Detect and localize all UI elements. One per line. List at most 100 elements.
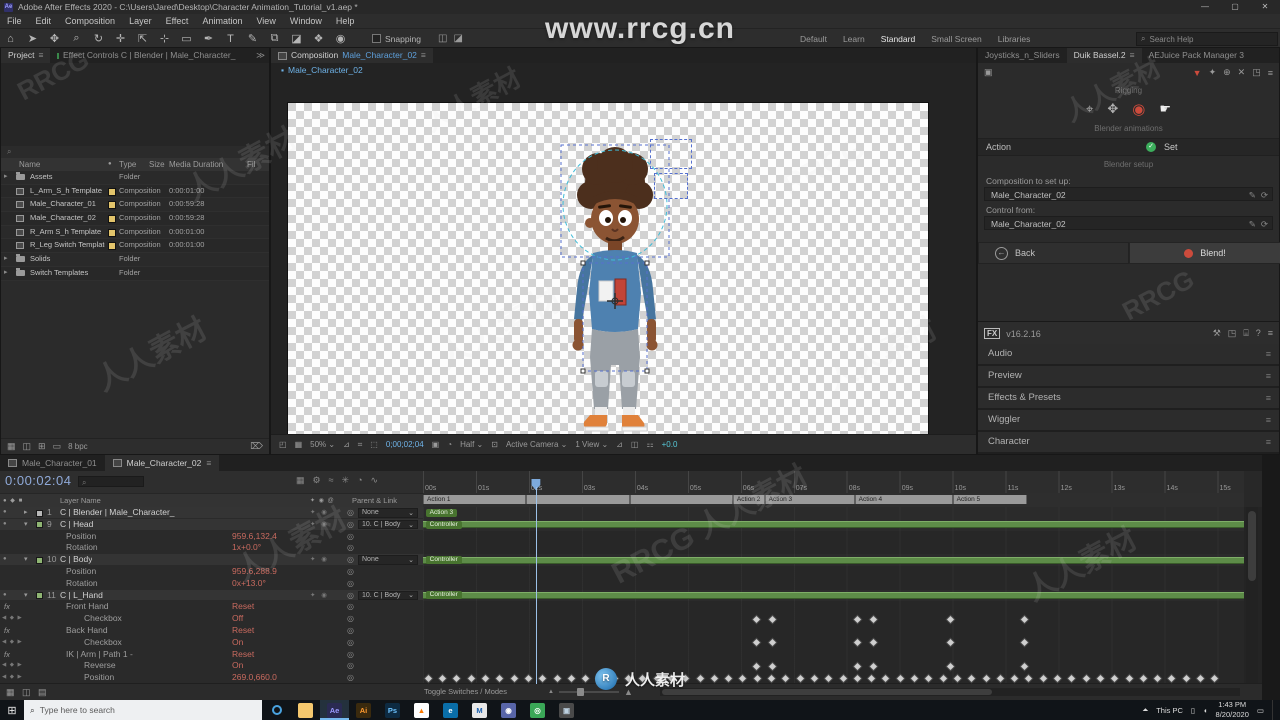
home-tool-icon[interactable]: ⌂ bbox=[4, 33, 17, 45]
timeline-tab-male-character-02[interactable]: Male_Character_02 ≡ bbox=[104, 455, 220, 471]
volume-icon[interactable]: ◖ bbox=[1203, 706, 1208, 715]
puppet-pin-tool-icon[interactable]: ◉ bbox=[334, 32, 347, 45]
keyframe-icon[interactable] bbox=[582, 674, 590, 682]
keyframe-icon[interactable] bbox=[925, 674, 933, 682]
taskbar-vlc[interactable]: ▲ bbox=[407, 700, 436, 720]
taskbar-photoshop[interactable]: Ps bbox=[378, 700, 407, 720]
label-color[interactable] bbox=[108, 187, 116, 196]
keyframe-icon[interactable] bbox=[853, 615, 861, 623]
parent-dropdown[interactable]: 10. C | Body ⌄ bbox=[358, 590, 418, 601]
roi-icon[interactable]: ⊡ bbox=[491, 440, 498, 449]
label-color[interactable] bbox=[36, 592, 43, 600]
project-settings-icon[interactable]: ▭ bbox=[53, 441, 62, 452]
property-value[interactable]: 959.6,288.9 bbox=[232, 566, 277, 578]
project-item-switch-templates[interactable]: ▸ Switch Templates Folder bbox=[1, 266, 269, 281]
layer-info[interactable]: fx Back Hand Reset ◎ bbox=[0, 624, 423, 637]
keyframe-icon[interactable] bbox=[882, 674, 890, 682]
keyframe-icon[interactable] bbox=[869, 615, 877, 623]
keyframe-nav[interactable]: ◀ ◆ ▶ bbox=[2, 637, 23, 649]
taskbar-illustrator[interactable]: Ai bbox=[349, 700, 378, 720]
keyframe-icon[interactable] bbox=[1020, 662, 1028, 670]
menu-view[interactable]: View bbox=[249, 14, 282, 28]
pin-icon[interactable]: ⊕ bbox=[1223, 67, 1231, 78]
property-value[interactable]: Reset bbox=[232, 625, 254, 637]
refresh-icon[interactable]: ⟳ bbox=[1261, 188, 1268, 202]
menu-effect[interactable]: Effect bbox=[159, 14, 196, 28]
visibility-toggle[interactable]: ● bbox=[3, 554, 7, 566]
snap-guides-icon[interactable]: ◪ bbox=[453, 33, 462, 44]
tab-aejuice-pack-manager-3[interactable]: AEJuice Pack Manager 3 bbox=[1142, 48, 1251, 63]
comp-marker[interactable]: Action 3 bbox=[764, 495, 855, 504]
menu-animation[interactable]: Animation bbox=[195, 14, 249, 28]
star-icon[interactable]: ✦ bbox=[1209, 67, 1217, 78]
keyframe-icon[interactable] bbox=[868, 674, 876, 682]
keyframe-icon[interactable] bbox=[610, 674, 618, 682]
workspace-small-screen[interactable]: Small Screen bbox=[931, 34, 982, 44]
toggle-switches-modes-button[interactable]: Toggle Switches / Modes bbox=[424, 684, 507, 700]
brush-tool-icon[interactable]: ✎ bbox=[246, 32, 259, 45]
wrench-icon[interactable]: ⚒ bbox=[1213, 328, 1221, 339]
keyframe-icon[interactable] bbox=[1154, 674, 1162, 682]
start-button[interactable]: ⊞ bbox=[0, 704, 24, 717]
workspace-default[interactable]: Default bbox=[800, 34, 827, 44]
keyframe-icon[interactable] bbox=[968, 674, 976, 682]
keyframe-icon[interactable] bbox=[653, 674, 661, 682]
workspace-learn[interactable]: Learn bbox=[843, 34, 865, 44]
keyframe-icon[interactable] bbox=[839, 674, 847, 682]
draft-3d-icon[interactable]: ⚙ bbox=[313, 475, 321, 486]
project-item-l-arm-s-h-template[interactable]: L_Arm_S_h Template Composition 0:00:01:00 bbox=[1, 184, 269, 199]
keyframe-icon[interactable] bbox=[1125, 674, 1133, 682]
panel-menu-icon[interactable]: ≡ bbox=[1266, 388, 1271, 408]
keyframe-icon[interactable] bbox=[1182, 674, 1190, 682]
parent-pickwhip-icon[interactable]: ◎ bbox=[347, 554, 354, 566]
property-value[interactable]: Reset bbox=[232, 601, 254, 613]
layer-info[interactable]: ◀ ◆ ▶ Checkbox On ◎ bbox=[0, 636, 423, 649]
menu-composition[interactable]: Composition bbox=[58, 14, 122, 28]
minimize-button[interactable]: — bbox=[1190, 0, 1220, 14]
layer-switches[interactable]: ✦ ◉ bbox=[310, 554, 329, 566]
tab-duik-bassel-2[interactable]: Duik Bassel.2 ≡ bbox=[1066, 48, 1142, 63]
keyframe-icon[interactable] bbox=[753, 674, 761, 682]
keyframe-icon[interactable] bbox=[524, 674, 532, 682]
keyframe-icon[interactable] bbox=[739, 674, 747, 682]
guides-icon[interactable]: ⊿ bbox=[343, 440, 350, 449]
project-item-r-leg-switch-template[interactable]: R_Leg Switch Template Composition 0:00:01:… bbox=[1, 239, 269, 254]
menu-layer[interactable]: Layer bbox=[122, 14, 159, 28]
zoom-out-icon[interactable]: ▲ bbox=[548, 689, 554, 695]
panel-menu-icon[interactable]: ≡ bbox=[206, 455, 211, 471]
layer-info[interactable]: ● ▾ 11 C | L_Hand ✦ ◉ ◎ 10. C | Body ⌄ bbox=[0, 589, 423, 602]
help-search[interactable]: ⌕ Search Help bbox=[1136, 32, 1278, 46]
panel-menu-icon[interactable]: ≡ bbox=[1266, 432, 1271, 452]
magnification-select[interactable]: 50% ⌄ bbox=[310, 440, 335, 449]
breadcrumb[interactable]: Male_Character_02 bbox=[288, 65, 363, 75]
layer-info[interactable]: Position 959.6,132.4 ◎ bbox=[0, 530, 423, 543]
type-tool-icon[interactable]: T bbox=[224, 33, 237, 45]
show-channel-icon[interactable]: ◔ bbox=[447, 440, 452, 449]
pan-behind-tool-icon[interactable]: ⊹ bbox=[158, 32, 171, 45]
exposure-value[interactable]: +0.0 bbox=[662, 440, 678, 449]
visibility-toggle[interactable]: ● bbox=[3, 590, 7, 602]
keyframe-icon[interactable] bbox=[667, 674, 675, 682]
project-item-r-arm-s-h-template[interactable]: R_Arm S_h Template Composition 0:00:01:00 bbox=[1, 225, 269, 240]
keyframe-icon[interactable] bbox=[553, 674, 561, 682]
snapshot-icon[interactable]: ▣ bbox=[432, 440, 440, 449]
label-color[interactable] bbox=[36, 556, 43, 564]
hide-shy-icon[interactable]: ≈ bbox=[329, 475, 334, 486]
keyframe-icon[interactable] bbox=[1068, 674, 1076, 682]
column-file[interactable]: Fil bbox=[247, 158, 255, 171]
parent-pickwhip-icon[interactable]: ◎ bbox=[347, 625, 354, 637]
edit-icon[interactable]: ✎ bbox=[1249, 217, 1256, 231]
project-item-male-character-01[interactable]: Male_Character_01 Composition 0:00:59:28 bbox=[1, 198, 269, 213]
keyframe-icon[interactable] bbox=[1011, 674, 1019, 682]
panel-menu-icon[interactable]: ≡ bbox=[1266, 344, 1271, 364]
layer-switches[interactable]: ✦ ◉ bbox=[310, 519, 329, 531]
comp-to-setup-field[interactable]: Male_Character_02 ✎ ⟳ bbox=[984, 187, 1273, 201]
keyframe-icon[interactable] bbox=[1211, 674, 1219, 682]
camera-select[interactable]: Active Camera ⌄ bbox=[506, 440, 567, 449]
keyframe-icon[interactable] bbox=[1054, 674, 1062, 682]
keyframe-icon[interactable] bbox=[682, 674, 690, 682]
layer-info[interactable]: ● ▾ 9 C | Head ✦ ◉ ◎ 10. C | Body ⌄ bbox=[0, 518, 423, 531]
comp-marker[interactable]: Action 4 bbox=[854, 495, 953, 504]
interpret-footage-icon[interactable]: ▦ bbox=[7, 441, 16, 452]
keyframe-icon[interactable] bbox=[1082, 674, 1090, 682]
